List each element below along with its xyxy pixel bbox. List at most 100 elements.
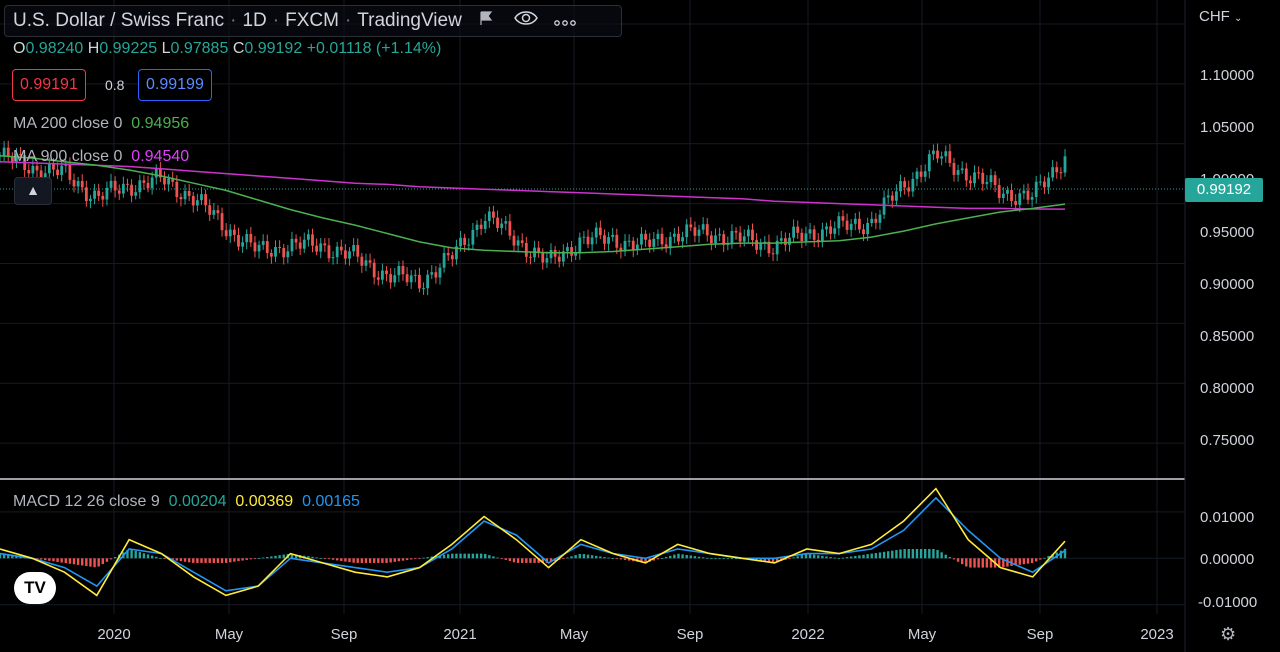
collapse-legend-button[interactable]: ▲ <box>14 177 52 205</box>
candle <box>878 209 882 230</box>
sell-button[interactable]: 0.99191 <box>12 69 86 101</box>
candle-body <box>989 175 993 183</box>
candle <box>833 221 837 239</box>
candle-body <box>154 168 158 178</box>
candle <box>973 165 976 188</box>
candle <box>705 218 709 242</box>
candle <box>121 176 125 198</box>
ma200-legend[interactable]: MA 200 close 0 0.94956 <box>13 115 189 133</box>
gear-icon[interactable]: ⚙ <box>1220 624 1236 645</box>
candle <box>376 270 380 286</box>
candle <box>1006 186 1009 201</box>
candle <box>816 233 820 248</box>
macd-hist-bar <box>706 557 709 559</box>
candle <box>520 233 524 248</box>
macd-legend[interactable]: MACD 12 26 close 9 0.00204 0.00369 0.001… <box>13 493 360 511</box>
candle-body <box>504 221 508 224</box>
ma900-legend[interactable]: MA 900 close 0 0.94540 <box>13 148 189 166</box>
candle <box>101 191 105 207</box>
candle-body <box>93 190 96 199</box>
candle <box>389 268 393 289</box>
candle <box>516 235 520 253</box>
candle <box>746 225 750 244</box>
macd-hist-bar <box>726 558 730 560</box>
candle-body <box>792 226 796 238</box>
macd-hist-bar <box>689 555 693 559</box>
candle-body <box>734 231 738 233</box>
symbol-header[interactable]: U.S. Dollar / Swiss Franc · 1D · FXCM · … <box>4 5 622 37</box>
macd-hist-bar <box>253 558 257 560</box>
candle-body <box>68 164 72 180</box>
candle <box>1055 161 1059 179</box>
macd-hist-bar <box>48 558 51 561</box>
candle <box>796 220 800 239</box>
candle <box>985 175 989 189</box>
candle-body <box>294 238 298 243</box>
candle-body <box>1051 167 1055 178</box>
candle-body <box>364 260 368 266</box>
candle-body <box>899 181 902 192</box>
candle-body <box>858 218 861 230</box>
candle-body <box>870 218 874 223</box>
candle-body <box>306 234 310 240</box>
candle-body <box>121 183 125 194</box>
candle-body <box>101 195 105 200</box>
macd-hist-bar <box>311 556 314 559</box>
macd-hist-bar <box>825 556 828 559</box>
candle-body <box>1043 181 1046 188</box>
candle <box>492 205 495 225</box>
candle-body <box>672 233 676 237</box>
candle-body <box>459 237 462 247</box>
candle <box>487 206 491 228</box>
candle-body <box>660 233 664 245</box>
price-tick: 0.80000 <box>1200 380 1255 397</box>
macd-hist-bar <box>730 558 734 560</box>
candle <box>594 222 598 245</box>
tradingview-logo[interactable]: TV <box>14 572 56 604</box>
macd-hist-bar <box>200 558 203 563</box>
more-icon[interactable] <box>553 10 576 32</box>
candle-body <box>927 154 931 172</box>
candle <box>936 143 939 163</box>
candle-body <box>224 230 228 237</box>
candle-body <box>640 233 643 245</box>
candle <box>512 229 516 252</box>
candle-body <box>356 245 360 257</box>
macd-hist-bar <box>204 558 207 563</box>
currency-selector[interactable]: CHF ⌄ <box>1199 8 1242 25</box>
macd-hist-bar <box>360 558 364 563</box>
macd-hist-bar <box>463 553 466 559</box>
candle-body <box>401 266 405 275</box>
candle-body <box>508 221 512 236</box>
macd-hist-bar <box>381 558 384 563</box>
candle <box>220 207 224 237</box>
candle-body <box>520 240 524 244</box>
candle-body <box>228 229 232 237</box>
macd-hist-bar <box>800 555 804 559</box>
eye-icon[interactable] <box>513 10 538 32</box>
candle <box>1030 192 1034 207</box>
candle-body <box>372 262 376 278</box>
flag-icon[interactable] <box>478 10 494 32</box>
candle <box>496 210 499 232</box>
symbol-name: U.S. Dollar / Swiss Franc <box>13 10 225 31</box>
candle <box>566 242 569 259</box>
candle <box>940 151 944 166</box>
macd-hist-bar <box>714 558 717 560</box>
candle <box>685 219 689 244</box>
candle <box>339 239 343 255</box>
candle-body <box>833 228 837 234</box>
macd-signal-value: 0.00165 <box>302 493 360 510</box>
candle <box>524 236 528 263</box>
candle <box>241 236 245 253</box>
macd-hist-bar <box>1035 558 1038 562</box>
macd-hist-bar <box>923 549 927 559</box>
macd-hist-bar <box>882 551 886 559</box>
candle-body <box>450 255 454 260</box>
candle <box>504 215 508 231</box>
macd-hist-bar <box>562 558 565 560</box>
candle <box>278 240 282 254</box>
candle <box>611 227 615 242</box>
candle <box>598 220 602 240</box>
buy-button[interactable]: 0.99199 <box>138 69 212 101</box>
